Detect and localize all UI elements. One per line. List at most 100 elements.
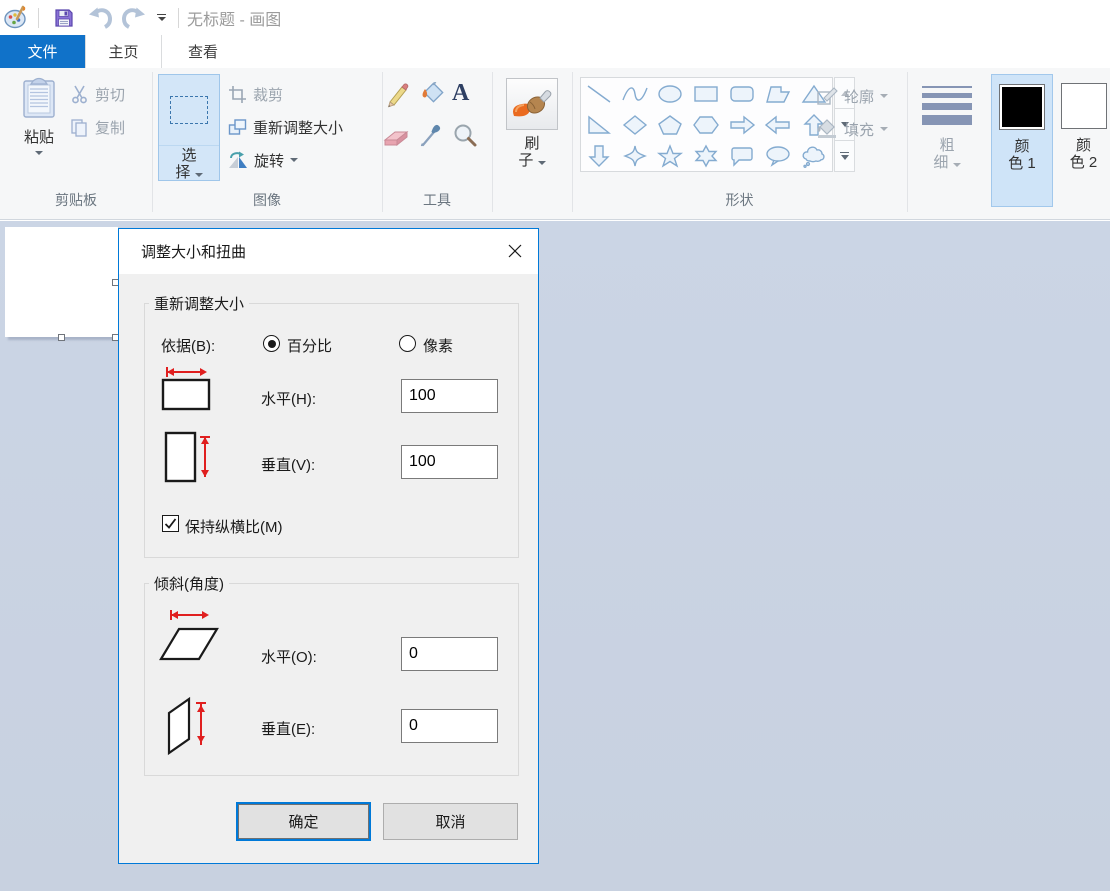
rotate-icon (228, 151, 248, 170)
skew-horizontal-label: 水平(O): (261, 646, 317, 667)
shape-five-point-star[interactable] (653, 140, 689, 171)
tab-view[interactable]: 查看 (164, 35, 242, 68)
magnifier-icon (452, 123, 478, 149)
color1-button[interactable]: 颜 色 1 (991, 74, 1053, 207)
radio-percentage[interactable] (263, 335, 280, 352)
aspect-ratio-label[interactable]: 保持纵横比(M) (185, 516, 283, 537)
select-tool-button[interactable]: 选 择 (158, 74, 220, 181)
resize-vertical-label: 垂直(V): (261, 454, 315, 475)
paint-logo-icon (3, 4, 30, 31)
dialog-title: 调整大小和扭曲 (141, 241, 246, 262)
dialog-title-bar: 调整大小和扭曲 (119, 229, 538, 274)
shape-oval-callout[interactable] (760, 140, 796, 171)
shape-rounded-callout[interactable] (724, 140, 760, 171)
color-picker-tool[interactable] (420, 122, 446, 152)
cancel-button[interactable]: 取消 (383, 803, 518, 840)
clipboard-group-label: 剪贴板 (0, 190, 152, 210)
fill-dropdown-icon (880, 127, 888, 131)
shape-six-point-star[interactable] (688, 140, 724, 171)
shape-left-arrow[interactable] (760, 109, 796, 140)
image-group-label: 图像 (152, 190, 382, 210)
crop-button[interactable]: 裁剪 (228, 82, 283, 106)
select-label-line2: 择 (159, 164, 219, 181)
resize-button[interactable]: 重新调整大小 (228, 115, 343, 139)
window-title: 无标题 - 画图 (187, 6, 281, 30)
brush-label-line2: 子 (518, 152, 545, 169)
aspect-ratio-checkbox[interactable] (162, 515, 179, 532)
shape-hexagon[interactable] (688, 109, 724, 140)
shape-down-arrow[interactable] (581, 140, 617, 171)
shape-diamond[interactable] (617, 109, 653, 140)
color2-button[interactable]: 颜 色 2 (1057, 74, 1110, 207)
magnifier-tool[interactable] (452, 123, 478, 153)
radio-percentage-label[interactable]: 百分比 (287, 335, 332, 356)
copy-label: 复制 (95, 117, 125, 138)
tab-home[interactable]: 主页 (85, 35, 162, 68)
redo-button[interactable] (121, 4, 147, 32)
vertical-resize-icon (164, 431, 216, 489)
radio-pixels[interactable] (399, 335, 416, 352)
resize-label: 重新调整大小 (253, 117, 343, 138)
skew-vertical-input[interactable] (401, 709, 498, 743)
shapes-more-button[interactable] (834, 141, 855, 172)
customize-qat-dropdown-icon[interactable] (157, 4, 166, 32)
outline-button[interactable]: 轮廓 (816, 84, 888, 108)
save-button[interactable] (53, 4, 75, 32)
shape-fill-label: 填充 (844, 119, 874, 140)
resize-icon (228, 118, 247, 137)
copy-button[interactable]: 复制 (70, 115, 125, 139)
horizontal-skew-icon (157, 607, 223, 671)
undo-button[interactable] (87, 4, 113, 32)
qat-separator-2 (178, 8, 179, 28)
resize-horizontal-input[interactable] (401, 379, 498, 413)
ribbon-tab-bar: 文件 主页 查看 (0, 35, 1110, 68)
pencil-tool[interactable] (384, 82, 410, 112)
shape-right-triangle[interactable] (581, 109, 617, 140)
eraser-icon (383, 124, 411, 148)
shape-rounded-rectangle[interactable] (724, 78, 760, 109)
copy-icon (70, 118, 89, 137)
qat-separator (38, 8, 39, 28)
paste-button[interactable]: 粘贴 (12, 76, 66, 155)
cut-button[interactable]: 剪切 (70, 82, 125, 106)
dialog-close-button[interactable] (492, 229, 538, 273)
pencil-icon (384, 82, 410, 108)
horizontal-resize-icon (161, 365, 213, 415)
skew-group-legend: 倾斜(角度) (149, 573, 229, 594)
shape-rectangle[interactable] (688, 78, 724, 109)
resize-vertical-input[interactable] (401, 445, 498, 479)
size-button[interactable]: 粗 细 (914, 78, 980, 171)
tab-file[interactable]: 文件 (0, 35, 85, 68)
ribbon: 粘贴 剪切 复制 剪贴板 选 择 裁剪 (0, 68, 1110, 220)
clipboard-icon (21, 76, 57, 120)
shape-fill-button[interactable]: 填充 (816, 117, 888, 141)
text-tool[interactable]: A (452, 81, 469, 105)
fill-gray-bucket-icon (816, 119, 838, 139)
canvas-resize-handle-bottom[interactable] (58, 334, 65, 341)
rotate-button[interactable]: 旋转 (228, 148, 298, 172)
shape-right-arrow[interactable] (724, 109, 760, 140)
resize-group-legend: 重新调整大小 (149, 293, 249, 314)
shape-four-point-star[interactable] (617, 140, 653, 171)
radio-pixels-label[interactable]: 像素 (423, 335, 453, 356)
shape-polygon[interactable] (760, 78, 796, 109)
color1-label-line1: 颜 (1014, 138, 1029, 155)
drawing-canvas[interactable] (5, 227, 118, 337)
shape-pentagon[interactable] (653, 109, 689, 140)
close-icon (508, 244, 522, 258)
skew-horizontal-input[interactable] (401, 637, 498, 671)
brush-button[interactable]: 刷 子 (498, 78, 566, 169)
paste-dropdown-icon (35, 151, 43, 155)
shape-curve[interactable] (617, 78, 653, 109)
ok-button[interactable]: 确定 (236, 802, 371, 841)
shape-ellipse[interactable] (653, 78, 689, 109)
fill-tool[interactable] (418, 80, 446, 112)
size-label-line2: 细 (933, 154, 960, 171)
color2-swatch (1061, 83, 1107, 129)
selection-rectangle-icon (170, 96, 208, 124)
eraser-tool[interactable] (383, 124, 411, 152)
shape-line[interactable] (581, 78, 617, 109)
shape-cloud-callout[interactable] (796, 140, 832, 171)
paste-label: 粘贴 (24, 126, 54, 147)
color1-swatch (999, 84, 1045, 130)
